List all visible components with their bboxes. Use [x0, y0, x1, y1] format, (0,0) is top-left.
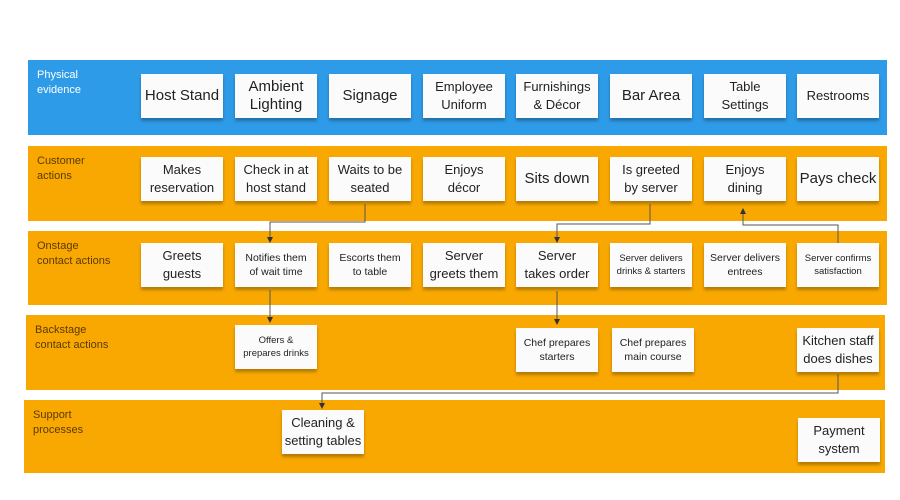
service-blueprint: Physical evidence Customer actions Onsta…	[0, 0, 900, 500]
connector-arrow	[554, 204, 651, 243]
connector-arrow	[740, 208, 839, 243]
connectors	[267, 204, 839, 409]
connector-arrow	[319, 374, 839, 409]
connector-arrow	[267, 204, 366, 243]
